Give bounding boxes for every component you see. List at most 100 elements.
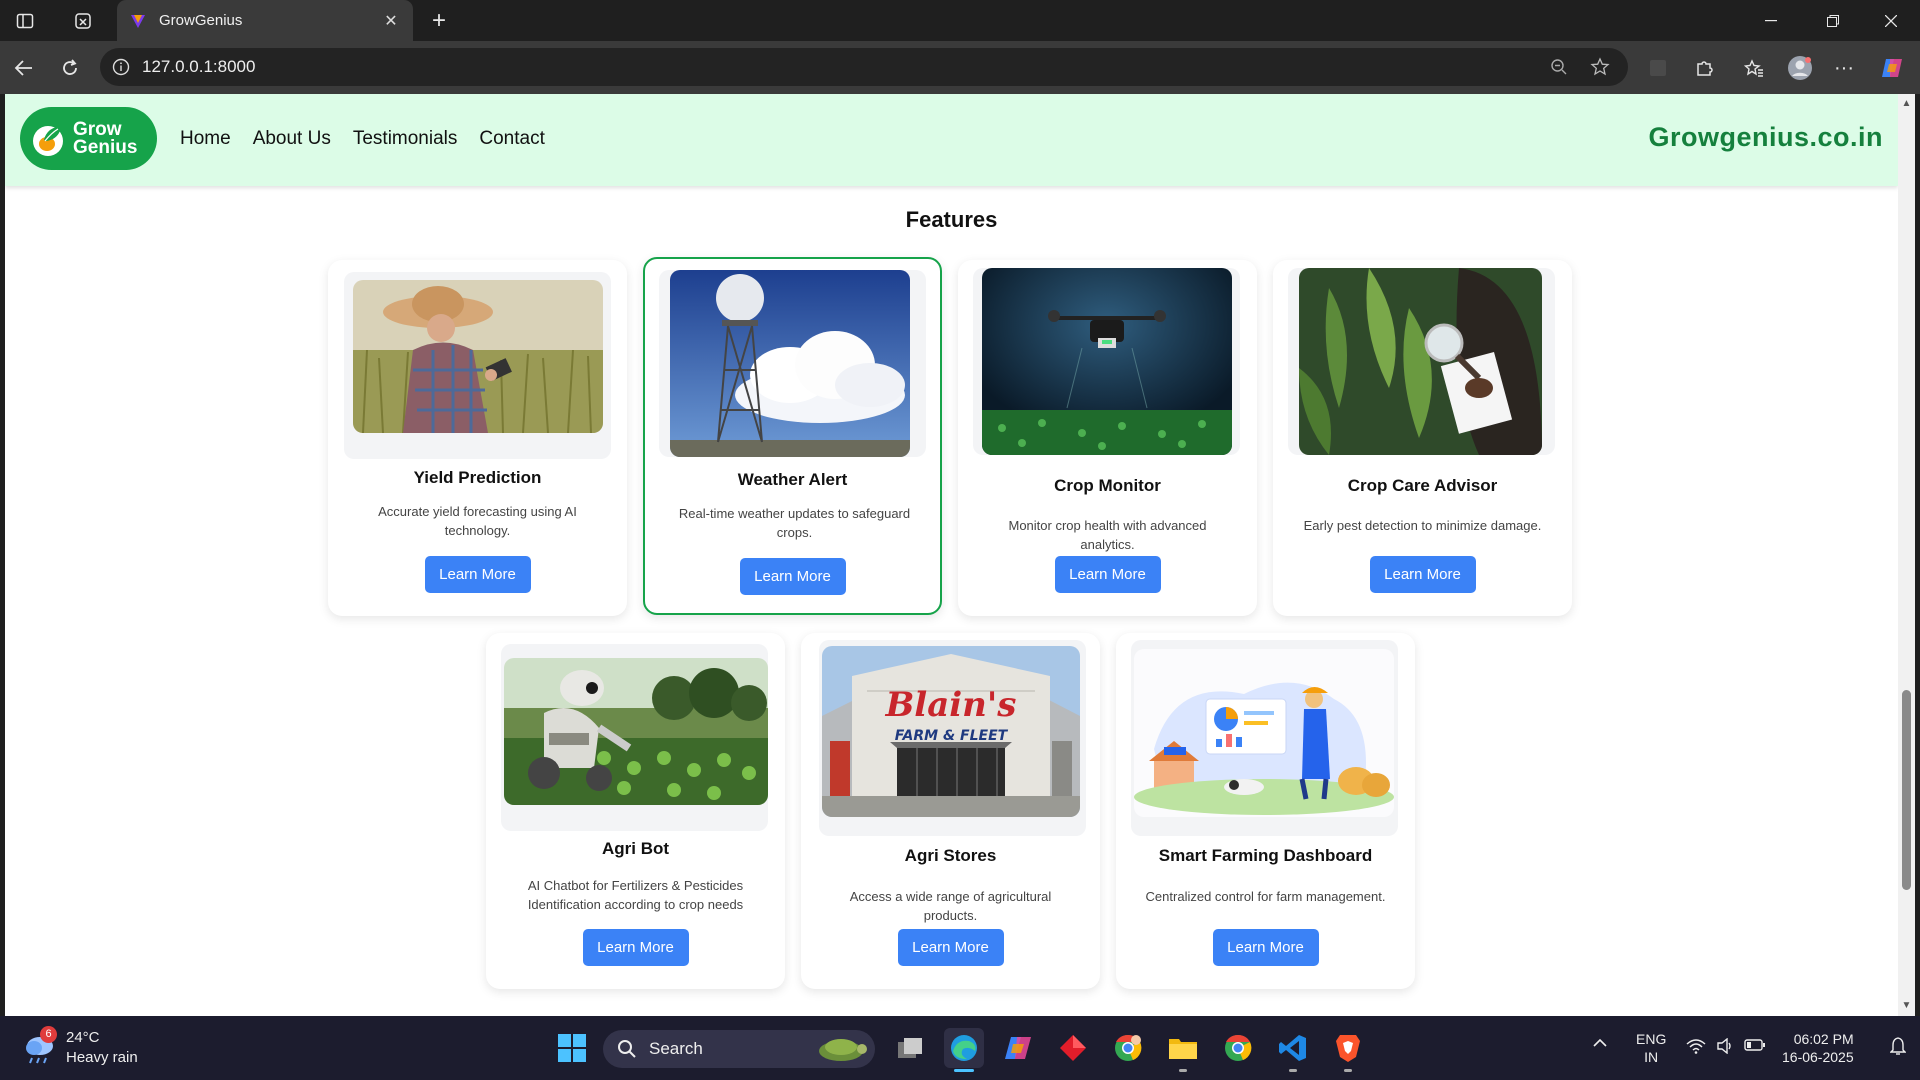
card-title: Agri Bot [601,839,670,858]
task-view-icon[interactable] [890,1028,930,1068]
windows-taskbar: 6 24°C Heavy rain Search ENG IN 06:02 PM… [0,1016,1920,1080]
address-bar[interactable]: 127.0.0.1:8000 [100,48,1628,86]
edge-browser-icon[interactable] [944,1028,984,1072]
copilot-icon[interactable] [1874,50,1910,86]
card-title: Weather Alert [737,470,848,489]
card-description: Access a wide range of agricultural prod… [849,889,1052,923]
volume-icon [1717,1038,1731,1054]
favorites-icon[interactable] [1736,50,1772,86]
extension-icon[interactable] [1640,50,1676,86]
reload-icon[interactable] [52,50,88,86]
card-description: Real-time weather updates to safeguard c… [678,506,911,540]
taskbar-search[interactable]: Search [603,1030,875,1068]
browser-tab-active[interactable]: GrowGenius ✕ [117,0,413,41]
weather-badge: 6 [40,1026,57,1043]
feature-card-smart-farming-dashboard: Smart Farming Dashboard Centralized cont… [1116,633,1415,989]
extensions-puzzle-icon[interactable] [1686,50,1722,86]
site-logo[interactable]: Grow Genius [20,107,157,170]
language-region: IN [1644,1049,1659,1065]
wifi-icon [1686,1039,1706,1054]
card-image-frame [659,270,926,457]
search-label: Search [649,1039,703,1058]
language-code: ENG [1636,1031,1667,1047]
learn-more-button-crop-monitor[interactable]: Learn More [1054,556,1161,593]
learn-more-button-yield[interactable]: Learn More [424,556,531,593]
restore-icon[interactable] [1804,0,1862,41]
logo-text-genius: Genius [73,136,138,158]
chrome-browser-icon[interactable] [1218,1028,1258,1068]
scrollbar-thumb[interactable] [1902,690,1911,890]
zoom-icon[interactable] [1550,58,1568,76]
page-scrollbar[interactable]: ▲ ▼ [1898,94,1915,1016]
learn-more-button-crop-care[interactable]: Learn More [1369,556,1476,593]
card-image-frame [1288,268,1555,455]
close-window-icon[interactable] [1862,0,1920,41]
scroll-up-arrow-icon[interactable]: ▲ [1900,98,1913,110]
url-text: 127.0.0.1:8000 [142,57,256,76]
nav-link-contact[interactable]: Contact [479,128,544,150]
browser-toolbar: 127.0.0.1:8000 ··· [0,41,1920,94]
profile-avatar-icon[interactable] [1782,50,1818,86]
site-info-icon[interactable] [112,58,130,76]
learn-more-button-agri-bot[interactable]: Learn More [582,929,689,966]
leaf-inspection-image [1299,268,1542,455]
card-description: Monitor crop health with advanced analyt… [1008,518,1207,552]
red-diamond-app-icon[interactable] [1053,1028,1093,1068]
brave-browser-icon[interactable] [1328,1028,1368,1072]
vscode-icon[interactable] [1273,1028,1313,1072]
drone-field-image [982,268,1232,455]
feature-card-agri-bot: Agri Bot AI Chatbot for Fertilizers & Pe… [486,633,785,989]
browser-tabstrip: GrowGenius ✕ + [0,0,1920,41]
more-options-icon[interactable]: ··· [1826,50,1862,86]
nav-link-about[interactable]: About Us [253,128,331,150]
learn-more-button-weather[interactable]: Learn More [739,558,846,595]
notifications-icon[interactable] [1890,1036,1906,1056]
chrome-profile-icon[interactable] [1108,1028,1148,1068]
card-image-frame: Blain's FARM & FLEET [819,640,1086,836]
show-hidden-icons[interactable] [1592,1038,1608,1048]
nav-link-home[interactable]: Home [180,128,231,150]
system-tray-icons[interactable] [1686,1038,1766,1054]
weather-rain-icon: 6 [22,1026,62,1066]
search-icon [618,1040,636,1058]
file-explorer-icon[interactable] [1163,1028,1203,1072]
learn-more-button-agri-stores[interactable]: Learn More [897,929,1004,966]
nav-link-testimonials[interactable]: Testimonials [353,128,458,150]
card-image-frame [344,272,611,459]
feature-card-crop-care-advisor: Crop Care Advisor Early pest detection t… [1273,260,1572,616]
clock-date: 16-06-2025 [1782,1049,1854,1065]
smart-farming-illustration [1134,649,1394,817]
site-favicon-icon [129,12,147,30]
weather-widget[interactable]: 6 24°C Heavy rain [22,1026,138,1068]
card-title: Smart Farming Dashboard [1158,846,1373,865]
farmer-wheat-image [353,280,603,433]
card-image-frame [973,268,1240,455]
card-description: Accurate yield forecasting using AI tech… [378,504,577,538]
scroll-down-arrow-icon[interactable]: ▼ [1900,1000,1913,1012]
clock[interactable]: 06:02 PM 16-06-2025 [1782,1030,1854,1066]
card-description: Early pest detection to minimize damage. [1303,518,1542,533]
search-highlight-turtle-icon [813,1033,869,1065]
tab-close-icon[interactable]: ✕ [381,11,401,31]
workspaces-icon[interactable] [66,7,100,35]
weather-description: Heavy rain [66,1049,138,1066]
main-nav: Home About Us Testimonials Contact [180,128,545,150]
feature-card-crop-monitor: Crop Monitor Monitor crop health with ad… [958,260,1257,616]
weather-radar-image [670,270,910,457]
tab-title: GrowGenius [159,12,243,29]
leaf-logo-icon [31,120,67,158]
site-navbar: Grow Genius Home About Us Testimonials C… [5,94,1898,186]
minimize-icon[interactable] [1742,0,1800,41]
card-title: Yield Prediction [413,468,542,487]
windows-start-icon[interactable] [552,1028,592,1068]
weather-temp: 24°C [66,1029,100,1046]
card-description: Centralized control for farm management. [1145,889,1386,904]
copilot-app-icon[interactable] [998,1028,1038,1068]
sidebar-toggle-icon[interactable] [8,7,42,35]
back-icon[interactable] [6,50,42,86]
features-heading: Features [905,207,998,232]
new-tab-icon[interactable]: + [424,7,454,35]
favorite-star-icon[interactable] [1590,57,1610,77]
language-indicator[interactable]: ENG IN [1636,1030,1666,1066]
learn-more-button-dashboard[interactable]: Learn More [1212,929,1319,966]
